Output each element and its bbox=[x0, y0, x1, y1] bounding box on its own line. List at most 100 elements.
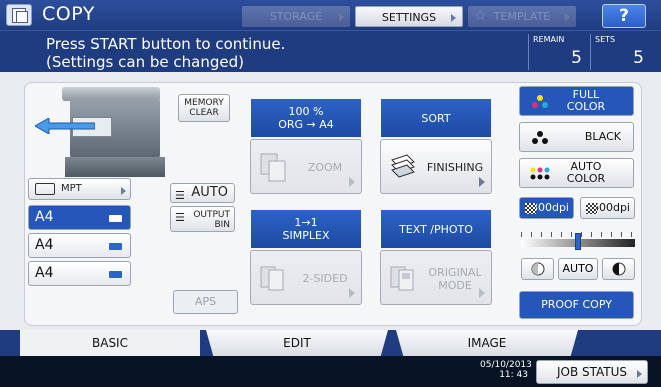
storage-button[interactable]: STORAGE bbox=[242, 6, 350, 27]
auto-bin-label: AUTO bbox=[191, 185, 228, 200]
full-color-button[interactable]: FULL COLOR bbox=[519, 86, 634, 116]
black-icon bbox=[532, 131, 548, 144]
template-label: TEMPLATE bbox=[493, 10, 551, 23]
zoom-icon bbox=[260, 153, 286, 182]
finishing-button[interactable]: FINISHING bbox=[380, 139, 492, 194]
tray-icon bbox=[109, 271, 122, 278]
300dpi-button[interactable]: 300dpi bbox=[519, 197, 574, 219]
chevron-right-icon bbox=[479, 177, 485, 187]
job-status-button[interactable]: JOB STATUS bbox=[536, 360, 648, 384]
tray-1-button[interactable]: A4 bbox=[28, 205, 131, 230]
600dpi-button[interactable]: 600dpi bbox=[580, 197, 635, 219]
app-title: COPY bbox=[42, 3, 95, 25]
chevron-right-icon bbox=[339, 13, 344, 21]
density-auto-button[interactable]: AUTO bbox=[558, 258, 598, 280]
original-mode-button[interactable]: ORIGINAL MODE bbox=[380, 250, 492, 305]
600dpi-label: 600dpi bbox=[591, 201, 630, 214]
output-arrow-icon bbox=[35, 118, 95, 134]
job-status-label: JOB STATUS bbox=[556, 365, 628, 379]
tray-3-button[interactable]: A4 bbox=[28, 261, 131, 286]
remain-label: REMAIN bbox=[533, 35, 565, 44]
auto-color-icon bbox=[530, 167, 550, 180]
aps-button[interactable]: APS bbox=[173, 290, 238, 314]
memory-clear-button[interactable]: MEMORY CLEAR bbox=[178, 94, 230, 122]
tab-edit[interactable]: EDIT bbox=[206, 330, 388, 356]
ratio-value: 100 % bbox=[288, 105, 324, 118]
light-half-icon bbox=[531, 262, 544, 276]
sort-display: SORT bbox=[381, 99, 491, 137]
tab-image[interactable]: IMAGE bbox=[396, 330, 578, 356]
chevron-right-icon bbox=[349, 288, 355, 298]
duplex-mode: 1→1 bbox=[294, 216, 318, 229]
status-date: 05/10/2013 bbox=[480, 360, 532, 370]
original-mode-label: ORIGINAL MODE bbox=[428, 265, 482, 292]
message-bar: Press START button to continue. (Setting… bbox=[0, 30, 661, 72]
chevron-right-icon bbox=[565, 13, 570, 21]
two-sided-button[interactable]: 2-SIDED bbox=[250, 250, 362, 305]
chevron-right-icon bbox=[121, 187, 126, 195]
tray-2-size: A4 bbox=[35, 237, 54, 253]
status-message-line-2: (Settings can be changed) bbox=[46, 53, 244, 71]
sets-value: 5 bbox=[633, 48, 644, 68]
auto-bin-button[interactable]: ☰ AUTO bbox=[170, 183, 235, 203]
proof-copy-button[interactable]: PROOF COPY bbox=[519, 291, 634, 319]
ratio-display: 100 % ORG → A4 bbox=[251, 99, 361, 137]
tab-basic[interactable]: BASIC bbox=[20, 330, 200, 360]
zoom-label: ZOOM bbox=[307, 161, 343, 174]
tray-2-button[interactable]: A4 bbox=[28, 233, 131, 258]
two-sided-icon bbox=[260, 266, 284, 291]
star-icon: ☆ bbox=[474, 8, 487, 24]
sets-label: SETS bbox=[595, 35, 616, 44]
dark-half-icon bbox=[612, 262, 625, 276]
bypass-tray-icon bbox=[35, 183, 55, 195]
sets-counter: SETS 5 bbox=[590, 34, 650, 70]
full-color-icon bbox=[532, 95, 548, 108]
settings-button[interactable]: SETTINGS bbox=[355, 6, 463, 27]
original-mode-icon bbox=[390, 266, 414, 291]
two-sided-label: 2-SIDED bbox=[302, 272, 348, 285]
sort-value: SORT bbox=[421, 111, 451, 125]
density-darker-button[interactable] bbox=[602, 258, 635, 280]
auto-color-label: AUTO COLOR bbox=[566, 160, 606, 185]
density-thumb[interactable] bbox=[575, 233, 581, 250]
chevron-right-icon bbox=[637, 370, 642, 378]
chevron-right-icon bbox=[479, 288, 485, 298]
remain-value: 5 bbox=[571, 48, 582, 68]
300dpi-label: 300dpi bbox=[530, 201, 569, 214]
density-slider[interactable] bbox=[521, 230, 635, 252]
remain-counter: REMAIN 5 bbox=[528, 34, 588, 70]
original-mode-value: TEXT /PHOTO bbox=[399, 222, 473, 236]
stack-icon: ☰ bbox=[175, 189, 185, 202]
output-bin-button[interactable]: ☰ OUTPUT BIN bbox=[170, 206, 235, 232]
copy-screen: COPY STORAGE SETTINGS ☆ TEMPLATE ? Press… bbox=[0, 0, 661, 387]
tray-1-size: A4 bbox=[35, 209, 54, 225]
auto-color-button[interactable]: AUTO COLOR bbox=[519, 158, 634, 188]
storage-label: STORAGE bbox=[269, 10, 323, 23]
black-button[interactable]: BLACK bbox=[519, 122, 634, 152]
output-bin-label: OUTPUT BIN bbox=[193, 210, 230, 230]
finishing-icon bbox=[391, 154, 415, 178]
resolution-icon bbox=[586, 203, 597, 214]
density-lighter-button[interactable] bbox=[521, 258, 554, 280]
duplex-display: 1→1 SIMPLEX bbox=[251, 210, 361, 248]
status-message-line-1: Press START button to continue. bbox=[46, 35, 286, 53]
status-time: 11: 43 bbox=[499, 370, 528, 380]
top-bar: COPY STORAGE SETTINGS ☆ TEMPLATE ? bbox=[0, 0, 661, 30]
duplex-name: SIMPLEX bbox=[282, 229, 330, 242]
copy-app-icon bbox=[6, 4, 32, 26]
tray-icon bbox=[109, 243, 122, 250]
stack-icon: ☰ bbox=[175, 211, 185, 224]
chevron-right-icon bbox=[349, 177, 355, 187]
mpt-label: MPT bbox=[61, 183, 82, 194]
template-button[interactable]: ☆ TEMPLATE bbox=[468, 6, 576, 27]
mpt-button[interactable]: MPT bbox=[28, 178, 131, 200]
original-mode-display: TEXT /PHOTO bbox=[381, 210, 491, 248]
help-button[interactable]: ? bbox=[602, 4, 646, 28]
date-time: 05/10/2013 11: 43 bbox=[480, 360, 532, 380]
chevron-right-icon bbox=[451, 14, 456, 22]
resolution-icon bbox=[525, 203, 536, 214]
finishing-label: FINISHING bbox=[426, 161, 484, 174]
tray-3-size: A4 bbox=[35, 265, 54, 281]
settings-label: SETTINGS bbox=[381, 11, 437, 24]
zoom-button[interactable]: ZOOM bbox=[250, 139, 362, 194]
